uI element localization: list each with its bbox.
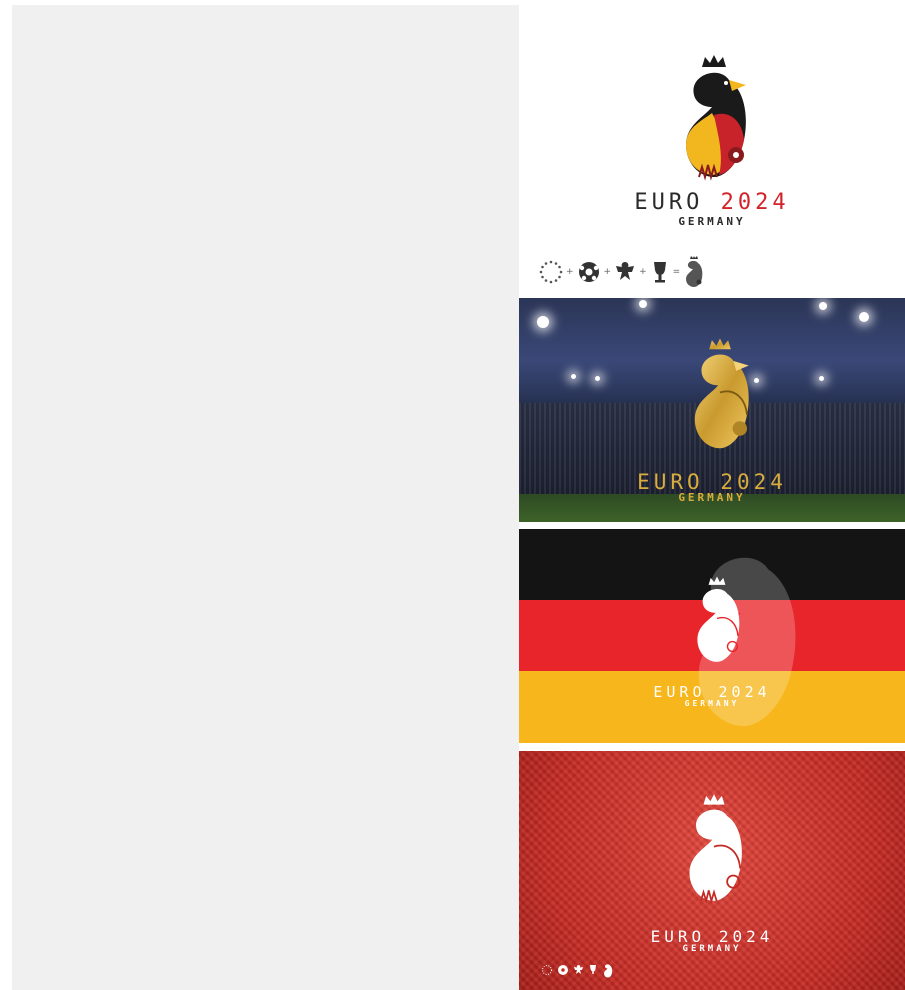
logo-showcase-column: EURO 2024 GERMANY + + + = EURO 2024 GERM… (519, 0, 905, 990)
plus-sign: + (566, 267, 574, 277)
eagle-logo-icon (686, 256, 703, 287)
stadium-light (639, 300, 647, 308)
eagle-logo-icon (694, 338, 749, 449)
equals-sign: = (672, 267, 681, 277)
flag-mockup-panel (519, 529, 905, 743)
football-icon (558, 965, 568, 975)
eagle-logo-icon (697, 576, 740, 662)
logo-white-panel: EURO 2024 GERMANY + + + = (519, 0, 905, 298)
logo-concept-equation-small (541, 962, 614, 978)
plus-sign: + (639, 267, 647, 277)
stadium-light (819, 302, 827, 310)
stadium-light (595, 376, 600, 381)
eagle-logo-icon (604, 964, 613, 978)
football-icon (578, 262, 599, 282)
year-word: 2024 (720, 190, 790, 215)
logo-concept-equation: + + + = (539, 256, 705, 288)
stadium-light (819, 376, 824, 381)
stadium-light (571, 374, 576, 379)
eagle-logo-icon (686, 55, 746, 181)
eagle-crest-icon (616, 262, 635, 280)
stadium-light (537, 316, 549, 328)
stars-ring-icon (542, 965, 552, 975)
eagle-crest-icon (574, 965, 583, 974)
stadium-light (859, 312, 869, 322)
stars-ring-icon (539, 260, 563, 284)
germany-word: GERMANY (684, 699, 740, 708)
euro-word: EURO (634, 190, 704, 215)
plus-sign: + (603, 267, 612, 277)
eagle-logo-icon (689, 794, 742, 905)
trophy-icon (653, 262, 666, 283)
fabric-mockup-panel (519, 751, 905, 990)
germany-word: GERMANY (678, 491, 746, 504)
blank-canvas-panel (12, 5, 519, 990)
germany-word: GERMANY (682, 944, 742, 954)
trophy-icon (590, 965, 596, 974)
germany-word: GERMANY (678, 215, 746, 228)
euro-2024-wordmark: EURO 2024 (519, 190, 905, 215)
